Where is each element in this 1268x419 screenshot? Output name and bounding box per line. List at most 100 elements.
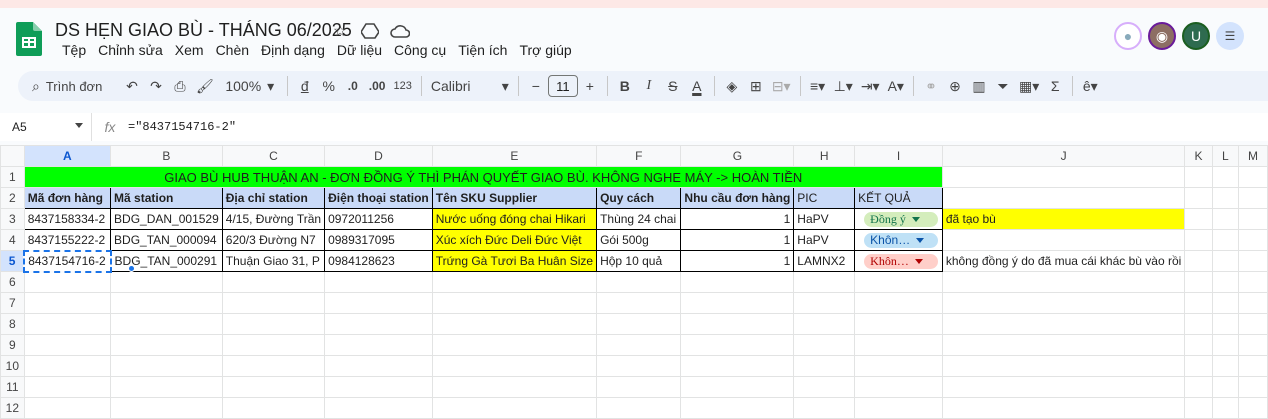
- redo-icon[interactable]: ↷: [144, 74, 168, 98]
- insert-comment-icon[interactable]: ⊕: [943, 74, 967, 98]
- zoom-select[interactable]: 100% ▾: [218, 74, 282, 98]
- menu-file[interactable]: Tệp: [56, 41, 92, 59]
- functions-button[interactable]: Σ: [1043, 74, 1067, 98]
- bold-button[interactable]: B: [613, 74, 637, 98]
- cell[interactable]: [1184, 208, 1213, 230]
- font-select[interactable]: Calibri ▾: [427, 74, 513, 98]
- column-header[interactable]: K: [1184, 145, 1213, 167]
- column-header[interactable]: H: [793, 145, 856, 167]
- column-header[interactable]: M: [1237, 145, 1268, 167]
- row-header[interactable]: 8: [0, 313, 25, 335]
- document-title[interactable]: DS HẸN GIAO BÙ - THÁNG 06/2025: [55, 20, 352, 41]
- row-header[interactable]: 5: [0, 250, 25, 272]
- percent-format-button[interactable]: %: [317, 74, 341, 98]
- cell[interactable]: [1237, 250, 1268, 272]
- vertical-align-icon[interactable]: ⊥▾: [830, 74, 857, 98]
- menu-view[interactable]: Xem: [169, 41, 210, 59]
- cell[interactable]: [1184, 166, 1213, 188]
- station-code-cell[interactable]: BDG_TAN_000094: [110, 229, 223, 251]
- result-cell[interactable]: Khôn…: [854, 250, 943, 272]
- comments-icon[interactable]: ☰: [1216, 22, 1244, 50]
- result-cell[interactable]: Khôn…: [854, 229, 943, 251]
- column-header[interactable]: D: [324, 145, 433, 167]
- station-address-cell[interactable]: 620/3 Đường N7: [221, 229, 326, 251]
- undo-icon[interactable]: ↶: [120, 74, 144, 98]
- horizontal-align-icon[interactable]: ≡▾: [806, 74, 830, 98]
- column-header[interactable]: B: [110, 145, 223, 167]
- qty-cell[interactable]: 1: [680, 229, 795, 251]
- row-header[interactable]: 9: [0, 334, 25, 356]
- column-header[interactable]: A: [23, 145, 112, 167]
- cell[interactable]: [1184, 250, 1213, 272]
- pic-cell[interactable]: LAMNX2: [793, 250, 856, 272]
- qty-cell[interactable]: 1: [680, 250, 795, 272]
- menu-data[interactable]: Dữ liệu: [331, 41, 388, 59]
- row-header[interactable]: 6: [0, 271, 25, 293]
- header-cell[interactable]: Địa chỉ station: [221, 187, 326, 209]
- insert-chart-icon[interactable]: ▥: [967, 74, 991, 98]
- row-header[interactable]: 2: [0, 187, 25, 209]
- increase-font-size-icon[interactable]: +: [578, 74, 602, 98]
- station-phone-cell[interactable]: 0984128623: [324, 250, 433, 272]
- column-header[interactable]: L: [1211, 145, 1239, 167]
- move-to-drive-icon[interactable]: [360, 21, 380, 41]
- row-header[interactable]: 4: [0, 229, 25, 251]
- spec-cell[interactable]: Hộp 10 quả: [596, 250, 682, 272]
- borders-icon[interactable]: ⊞: [744, 74, 768, 98]
- cell[interactable]: [1212, 250, 1239, 272]
- column-header[interactable]: E: [431, 145, 598, 167]
- cell[interactable]: [1184, 187, 1213, 209]
- sku-cell[interactable]: Xúc xích Đức Deli Đức Việt: [431, 229, 598, 251]
- header-cell[interactable]: PIC: [793, 187, 856, 209]
- merge-cells-icon[interactable]: ⊟▾: [768, 74, 795, 98]
- pic-cell[interactable]: HaPV: [793, 208, 856, 230]
- row-header[interactable]: 11: [0, 376, 25, 398]
- cell[interactable]: [1237, 187, 1268, 209]
- avatar[interactable]: ●: [1114, 22, 1142, 50]
- header-cell[interactable]: KẾT QUẢ: [854, 187, 943, 209]
- menu-insert[interactable]: Chèn: [210, 41, 255, 59]
- sku-cell[interactable]: Nước uống đóng chai Hikari: [431, 208, 598, 230]
- currency-format-button[interactable]: đ: [293, 74, 317, 98]
- cell[interactable]: [1211, 208, 1239, 230]
- cell[interactable]: [1211, 229, 1239, 251]
- cell[interactable]: [1237, 166, 1268, 188]
- strikethrough-button[interactable]: S: [661, 74, 685, 98]
- result-dropdown-chip[interactable]: Khôn…: [864, 232, 939, 248]
- header-cell[interactable]: Mã đơn hàng: [23, 187, 112, 209]
- fill-handle[interactable]: [128, 265, 135, 272]
- cell[interactable]: [1211, 166, 1239, 188]
- station-phone-cell[interactable]: 0989317095: [324, 229, 433, 251]
- banner-cell[interactable]: GIAO BÙ HUB THUẬN AN - ĐƠN ĐỒNG Ý THÌ PH…: [23, 166, 943, 188]
- column-header[interactable]: C: [221, 145, 326, 167]
- station-address-cell[interactable]: 4/15, Đường Trần: [221, 208, 326, 230]
- header-cell[interactable]: Nhu cầu đơn hàng: [680, 187, 795, 209]
- text-color-button[interactable]: A: [685, 74, 709, 98]
- search-menus[interactable]: ⌕ Trình đơn: [28, 74, 120, 98]
- filter-views-icon[interactable]: ▦▾: [1015, 74, 1043, 98]
- order-id-cell[interactable]: 8437155222-2: [23, 229, 112, 251]
- result-cell[interactable]: Đồng ý: [854, 208, 943, 230]
- cloud-status-icon[interactable]: [390, 21, 410, 41]
- row-header[interactable]: 10: [0, 355, 25, 377]
- result-dropdown-chip[interactable]: Đồng ý: [864, 211, 939, 227]
- print-icon[interactable]: ⎙: [168, 74, 192, 98]
- cell[interactable]: [1237, 229, 1268, 251]
- spec-cell[interactable]: Gói 500g: [596, 229, 682, 251]
- sku-cell[interactable]: Trứng Gà Tươi Ba Huân Size: [431, 250, 598, 272]
- station-code-cell[interactable]: BDG_DAN_001529: [110, 208, 223, 230]
- header-cell[interactable]: Điện thoại station: [324, 187, 433, 209]
- row-header[interactable]: 3: [0, 208, 25, 230]
- text-wrapping-icon[interactable]: ⇥▾: [857, 74, 884, 98]
- sheets-logo-icon[interactable]: [16, 22, 42, 56]
- header-cell[interactable]: Tên SKU Supplier: [431, 187, 598, 209]
- column-header[interactable]: I: [854, 145, 943, 167]
- qty-cell[interactable]: 1: [680, 208, 795, 230]
- more-formats-button[interactable]: 123: [389, 74, 415, 98]
- decrease-font-size-icon[interactable]: −: [524, 74, 548, 98]
- pic-cell[interactable]: HaPV: [793, 229, 856, 251]
- column-header[interactable]: J: [941, 145, 1186, 167]
- filter-icon[interactable]: ⏷: [991, 74, 1015, 98]
- menu-extensions[interactable]: Tiện ích: [452, 41, 513, 59]
- cell[interactable]: [941, 187, 1186, 209]
